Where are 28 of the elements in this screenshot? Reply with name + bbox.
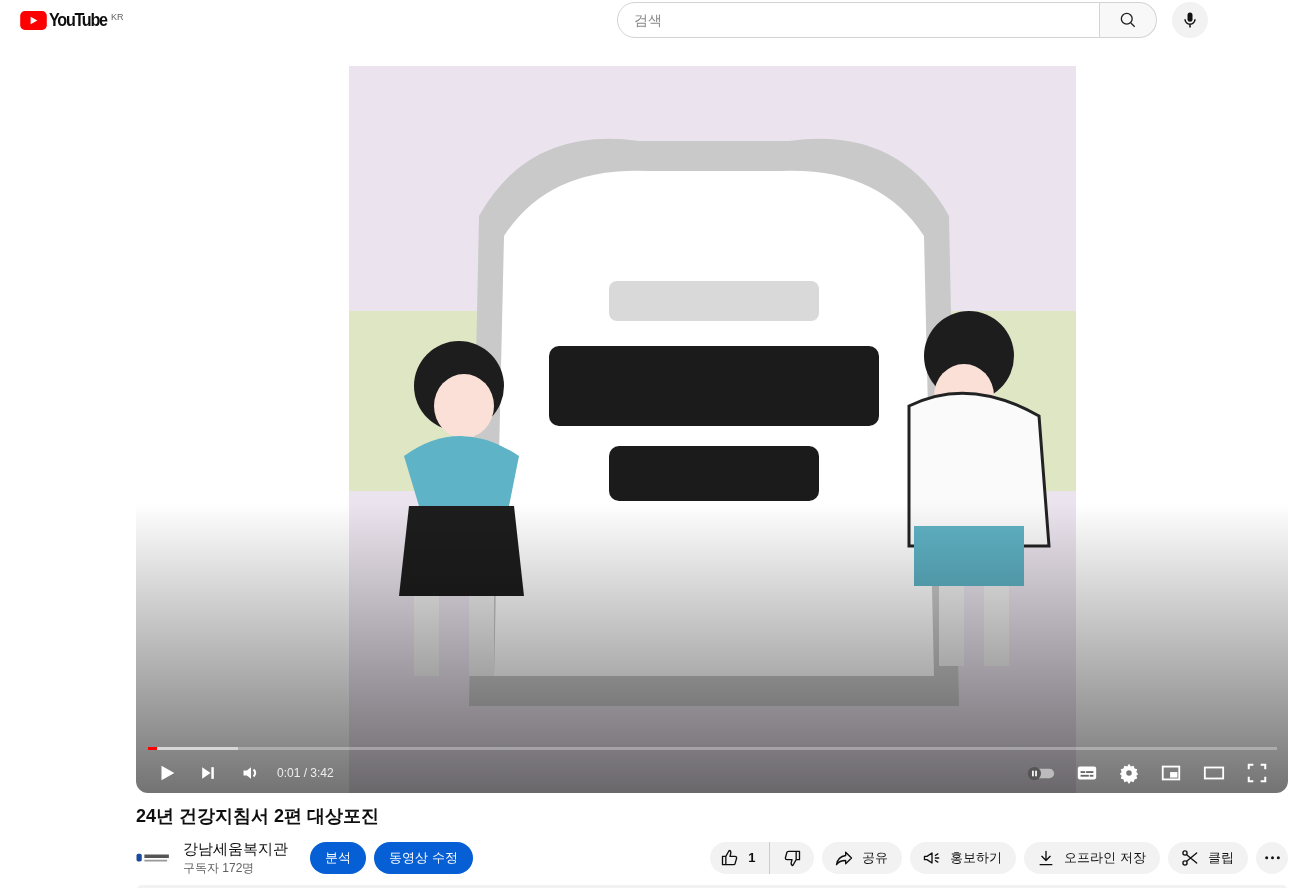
like-button[interactable]: 1 [710, 842, 771, 874]
more-icon [1264, 856, 1280, 860]
thumbs-down-icon [782, 848, 803, 868]
video-player[interactable]: 0:01 / 3:42 [136, 66, 1288, 793]
action-button[interactable]: 홍보하기 [910, 842, 1017, 874]
owner-button[interactable]: 동영상 수정 [374, 842, 473, 874]
scissors-icon [1180, 848, 1200, 868]
progress-fill[interactable] [148, 747, 158, 750]
play-logo-icon[interactable] [20, 10, 47, 30]
logo-wordmark[interactable]: YouTube [49, 5, 107, 35]
region-code: KR [110, 10, 124, 24]
fullscreen-icon[interactable] [1246, 762, 1268, 784]
video-title: 24년 건강지침서 2편 대상포진 [136, 805, 381, 828]
subscriber-count: 구독자 172명 [183, 860, 256, 877]
action-button[interactable]: 클립 [1168, 842, 1248, 874]
search-field[interactable]: 검색 [617, 2, 1100, 38]
autoplay-toggle-icon[interactable] [1026, 765, 1056, 781]
settings-icon[interactable] [1118, 762, 1140, 784]
more-button[interactable] [1256, 842, 1288, 874]
channel-name[interactable]: 강남세움복지관 [183, 839, 288, 859]
action-button[interactable]: 공유 [822, 842, 903, 874]
search-icon [1118, 10, 1138, 30]
voice-search-button[interactable] [1172, 2, 1208, 38]
search-button[interactable] [1100, 2, 1157, 38]
action-button[interactable]: 오프라인 저장 [1024, 842, 1160, 874]
time-display: 0:01 / 3:42 [277, 765, 334, 782]
owner-button[interactable]: 분석 [310, 842, 366, 874]
channel-avatar-icon[interactable] [136, 851, 172, 865]
